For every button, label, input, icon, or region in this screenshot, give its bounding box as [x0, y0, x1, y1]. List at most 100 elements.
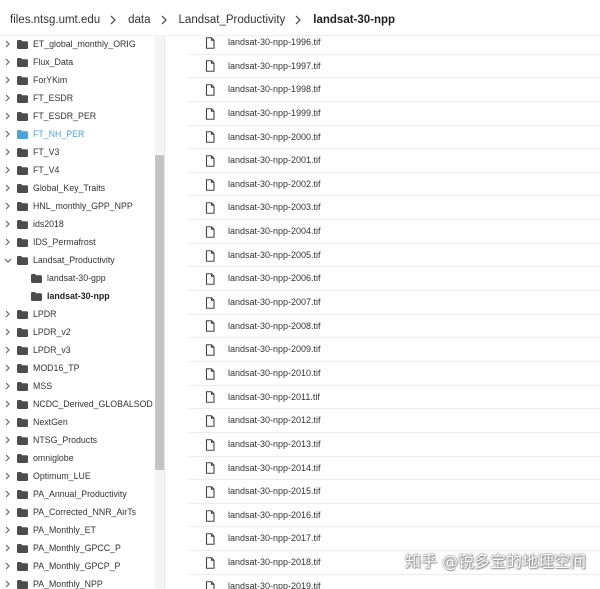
chevron-right-icon[interactable]	[5, 436, 10, 444]
file-row[interactable]: landsat-30-npp-2001.tif	[188, 149, 600, 173]
sidebar-item-pa-monthly-gpcp-p[interactable]: PA_Monthly_GPCP_P	[0, 557, 154, 575]
chevron-right-icon[interactable]	[5, 328, 10, 336]
sidebar-item-ntsg-products[interactable]: NTSG_Products	[0, 431, 154, 449]
file-name: landsat-30-npp-2003.tif	[228, 202, 321, 213]
chevron-right-icon[interactable]	[5, 94, 10, 102]
file-row[interactable]: landsat-30-npp-2007.tif	[188, 291, 600, 315]
breadcrumb-link-landsat-productivity[interactable]: Landsat_Productivity	[179, 14, 286, 26]
chevron-right-icon[interactable]	[5, 346, 10, 354]
chevron-right-icon[interactable]	[5, 508, 10, 516]
file-row[interactable]: landsat-30-npp-2016.tif	[188, 504, 600, 528]
sidebar-item-et-global-monthly-orig[interactable]: ET_global_monthly_ORIG	[0, 36, 154, 53]
file-row[interactable]: landsat-30-npp-2017.tif	[188, 527, 600, 552]
sidebar-item-nextgen[interactable]: NextGen	[0, 413, 154, 431]
sidebar-item-ids-permafrost[interactable]: IDS_Permafrost	[0, 233, 154, 251]
chevron-right-icon[interactable]	[5, 382, 10, 390]
sidebar-item-ncdc-derived-globalsod[interactable]: NCDC_Derived_GLOBALSOD	[0, 395, 154, 413]
file-row[interactable]: landsat-30-npp-2012.tif	[188, 409, 600, 433]
file-row[interactable]: landsat-30-npp-2004.tif	[188, 220, 600, 244]
file-name: landsat-30-npp-2007.tif	[228, 297, 321, 308]
file-row[interactable]: landsat-30-npp-2000.tif	[188, 126, 600, 150]
chevron-right-icon[interactable]	[5, 472, 10, 480]
sidebar-scrollbar[interactable]	[155, 36, 164, 589]
sidebar-item-lpdr[interactable]: LPDR	[0, 305, 154, 323]
folder-icon	[17, 237, 28, 247]
chevron-right-icon[interactable]	[5, 130, 10, 138]
chevron-right-icon[interactable]	[5, 220, 10, 228]
sidebar-item-ft-nh-per[interactable]: FT_NH_PER	[0, 125, 154, 143]
file-row[interactable]: landsat-30-npp-2009.tif	[188, 338, 600, 362]
folder-icon	[17, 183, 28, 193]
file-row[interactable]: landsat-30-npp-2006.tif	[188, 267, 600, 292]
chevron-right-icon[interactable]	[5, 418, 10, 426]
file-row[interactable]: landsat-30-npp-1999.tif	[188, 102, 600, 126]
sidebar-item-hnl-monthly-gpp-npp[interactable]: HNL_monthly_GPP_NPP	[0, 197, 154, 215]
chevron-right-icon[interactable]	[5, 238, 10, 246]
file-name: landsat-30-npp-2004.tif	[228, 226, 321, 237]
sidebar-item-landsat-productivity[interactable]: Landsat_Productivity	[0, 251, 154, 269]
sidebar-item-pa-monthly-et[interactable]: PA_Monthly_ET	[0, 521, 154, 539]
chevron-down-icon[interactable]	[4, 258, 12, 263]
file-icon	[205, 415, 215, 427]
sidebar-item-mod16-tp[interactable]: MOD16_TP	[0, 359, 154, 377]
sidebar-item-pa-monthly-gpcc-p[interactable]: PA_Monthly_GPCC_P	[0, 539, 154, 557]
file-row[interactable]: landsat-30-npp-2013.tif	[188, 433, 600, 457]
chevron-right-icon[interactable]	[5, 580, 10, 588]
chevron-right-icon[interactable]	[5, 562, 10, 570]
chevron-right-icon[interactable]	[5, 40, 10, 48]
sidebar-item-optimum-lue[interactable]: Optimum_LUE	[0, 467, 154, 485]
chevron-right-icon[interactable]	[5, 184, 10, 192]
file-row[interactable]: landsat-30-npp-1997.tif	[188, 55, 600, 79]
sidebar-item-ft-v4[interactable]: FT_V4	[0, 161, 154, 179]
chevron-right-icon[interactable]	[5, 148, 10, 156]
file-row[interactable]: landsat-30-npp-2015.tif	[188, 480, 600, 504]
chevron-right-icon[interactable]	[5, 454, 10, 462]
sidebar-item-pa-annual-productivity[interactable]: PA_Annual_Productivity	[0, 485, 154, 503]
sidebar-item-lpdr-v3[interactable]: LPDR_v3	[0, 341, 154, 359]
file-row[interactable]: landsat-30-npp-2018.tif	[188, 551, 600, 575]
sidebar-item-label: FT_V3	[33, 147, 60, 157]
sidebar-item-ft-esdr-per[interactable]: FT_ESDR_PER	[0, 107, 154, 125]
sidebar-item-flux-data[interactable]: Flux_Data	[0, 53, 154, 71]
sidebar-item-global-key-traits[interactable]: Global_Key_Traits	[0, 179, 154, 197]
chevron-right-icon[interactable]	[5, 364, 10, 372]
chevron-right-icon[interactable]	[5, 490, 10, 498]
chevron-right-icon[interactable]	[5, 76, 10, 84]
chevron-right-icon[interactable]	[5, 400, 10, 408]
sidebar-scrollbar-thumb[interactable]	[155, 155, 164, 470]
sidebar-item-lpdr-v2[interactable]: LPDR_v2	[0, 323, 154, 341]
file-row[interactable]: landsat-30-npp-1996.tif	[188, 36, 600, 55]
breadcrumb-link-data[interactable]: data	[128, 14, 150, 26]
sidebar-item-landsat-30-gpp[interactable]: landsat-30-gpp	[0, 269, 154, 287]
file-name: landsat-30-npp-1997.tif	[228, 60, 321, 71]
chevron-right-icon[interactable]	[5, 544, 10, 552]
file-row[interactable]: landsat-30-npp-2014.tif	[188, 457, 600, 481]
sidebar-item-ft-v3[interactable]: FT_V3	[0, 143, 154, 161]
file-row[interactable]: landsat-30-npp-1998.tif	[188, 78, 600, 102]
file-row[interactable]: landsat-30-npp-2019.tif	[188, 575, 600, 589]
file-row[interactable]: landsat-30-npp-2003.tif	[188, 196, 600, 221]
sidebar-item-pa-corrected-nnr-airts[interactable]: PA_Corrected_NNR_AirTs	[0, 503, 154, 521]
chevron-right-icon[interactable]	[5, 166, 10, 174]
file-row[interactable]: landsat-30-npp-2011.tif	[188, 386, 600, 410]
file-row[interactable]: landsat-30-npp-2005.tif	[188, 244, 600, 268]
sidebar-item-omniglobe[interactable]: omniglobe	[0, 449, 154, 467]
chevron-right-icon[interactable]	[5, 310, 10, 318]
chevron-right-icon[interactable]	[5, 58, 10, 66]
sidebar-item-label: MSS	[33, 381, 53, 391]
sidebar-item-mss[interactable]: MSS	[0, 377, 154, 395]
chevron-right-icon[interactable]	[5, 112, 10, 120]
file-row[interactable]: landsat-30-npp-2010.tif	[188, 362, 600, 386]
sidebar-item-ids2018[interactable]: ids2018	[0, 215, 154, 233]
sidebar-item-forykim[interactable]: ForYKim	[0, 71, 154, 89]
file-name: landsat-30-npp-2005.tif	[228, 249, 321, 260]
breadcrumb-link-root[interactable]: files.ntsg.umt.edu	[10, 14, 100, 26]
file-icon	[205, 320, 215, 333]
chevron-right-icon[interactable]	[5, 526, 10, 534]
sidebar-item-landsat-30-npp[interactable]: landsat-30-npp	[0, 287, 154, 305]
sidebar-item-pa-monthly-npp[interactable]: PA_Monthly_NPP	[0, 575, 154, 589]
file-row[interactable]: landsat-30-npp-2002.tif	[188, 173, 600, 197]
chevron-right-icon[interactable]	[5, 202, 10, 210]
sidebar-item-ft-esdr[interactable]: FT_ESDR	[0, 89, 154, 107]
file-row[interactable]: landsat-30-npp-2008.tif	[188, 315, 600, 339]
